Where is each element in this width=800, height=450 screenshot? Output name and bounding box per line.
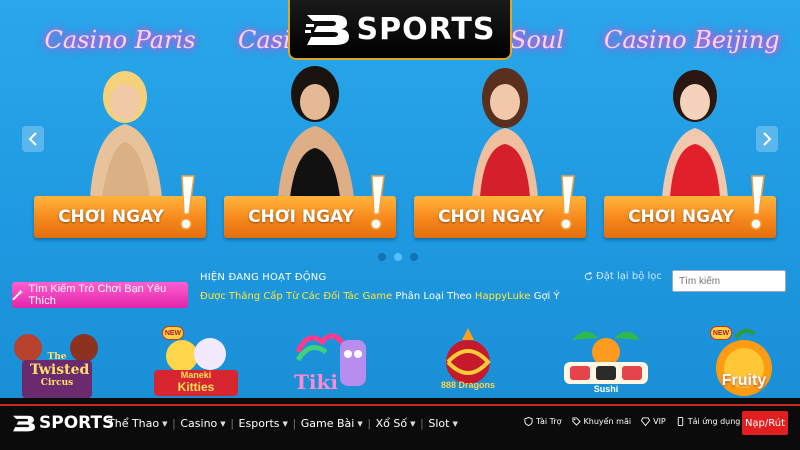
nav-item-card-games[interactable]: Game Bài ▼	[301, 417, 363, 430]
chevron-down-icon: ▼	[162, 419, 168, 428]
phone-icon	[677, 417, 683, 426]
exclamation-icon	[750, 175, 765, 230]
dealer-image	[662, 70, 728, 197]
exclamation-icon	[370, 175, 385, 230]
brand-name: SPORTS	[356, 11, 496, 47]
deposit-withdraw-button[interactable]: Nạp/Rút	[742, 411, 788, 435]
brand-logo[interactable]: SPORTS	[288, 0, 512, 60]
reset-filter-link[interactable]: Đặt lại bộ lọc	[584, 271, 662, 282]
casino-lobby: Casino Paris CHƠI NGAY Casino CHƠI NGAY …	[0, 0, 800, 398]
game-title: Fruity	[721, 372, 767, 389]
refresh-icon	[584, 272, 593, 281]
promotions-link[interactable]: Khuyến mãi	[571, 417, 631, 426]
casino-card-beijing: Casino Beijing CHƠI NGAY	[604, 0, 780, 250]
bottom-nav-bar: SPORTS Thể Thao ▼ | Casino ▼ | Esports ▼ | …	[0, 398, 800, 450]
dealer-image	[90, 71, 162, 197]
nav-item-slot[interactable]: Slot ▼	[428, 417, 457, 430]
game-title: The Twisted Circus	[30, 352, 90, 388]
game-tile-twisted-circus[interactable]: The Twisted Circus	[8, 322, 104, 398]
b-logo-icon	[13, 415, 35, 432]
exclamation-icon	[560, 175, 575, 230]
slide-indicator	[378, 253, 418, 261]
play-now-button[interactable]: CHƠI NGAY	[604, 175, 776, 238]
bar-logo[interactable]: SPORTS	[12, 413, 114, 433]
next-slide-button[interactable]	[756, 126, 778, 152]
slide-dot[interactable]	[378, 253, 386, 261]
magic-wand-icon	[12, 289, 24, 301]
b-logo-icon	[304, 15, 349, 45]
game-tile-sushi[interactable]: Sushi	[558, 322, 654, 398]
chevron-left-icon	[28, 132, 37, 146]
casino-card-paris: Casino Paris CHƠI NGAY	[34, 0, 206, 250]
game-title: 888 Dragons	[440, 380, 496, 390]
download-app-link[interactable]: Tải ứng dụng	[676, 417, 740, 426]
chevron-down-icon: ▼	[357, 419, 363, 428]
slide-dot[interactable]	[394, 253, 402, 261]
nav-item-sports[interactable]: Thể Thao ▼	[108, 417, 168, 430]
play-now-button[interactable]: CHƠI NGAY	[414, 175, 586, 238]
new-badge: NEW	[162, 326, 184, 340]
activity-description: Được Thăng Cấp Từ Các Đối Tác Game Phân …	[200, 291, 560, 302]
exclamation-icon	[180, 175, 195, 230]
game-tile-maneki-kitties[interactable]: NEW Maneki Kitties	[148, 322, 244, 398]
chevron-down-icon: ▼	[452, 419, 458, 428]
game-tile-fruity[interactable]: NEW Fruity	[696, 322, 792, 398]
nav-item-esports[interactable]: Esports ▼	[239, 417, 288, 430]
search-input[interactable]	[672, 270, 786, 292]
card-title: Casino Beijing	[604, 26, 780, 54]
new-badge: NEW	[710, 326, 732, 340]
nav-separator: |	[172, 417, 176, 430]
dealer-image	[278, 66, 354, 197]
find-favorite-games-button[interactable]: Tìm Kiếm Trò Chơi Bạn Yêu Thích	[12, 282, 188, 308]
card-title: Casino Paris	[44, 26, 196, 54]
shield-icon	[524, 417, 533, 426]
vip-link[interactable]: VIP	[641, 417, 666, 426]
play-now-button[interactable]: CHƠI NGAY	[34, 175, 206, 238]
nav-item-casino[interactable]: Casino ▼	[180, 417, 225, 430]
game-tile-888-dragons[interactable]: 888 Dragons	[420, 322, 516, 398]
nav-separator: |	[420, 417, 424, 430]
game-title: Tiki	[294, 370, 338, 394]
game-tile-tiki[interactable]: Tiki	[288, 322, 384, 398]
nav-separator: |	[367, 417, 371, 430]
chevron-down-icon: ▼	[410, 419, 416, 428]
utility-links: Tài Trợ Khuyến mãi VIP Tải ứng dụng	[524, 417, 740, 426]
nav-item-lottery[interactable]: Xổ Số ▼	[376, 417, 416, 430]
divider	[0, 404, 800, 406]
diamond-icon	[641, 417, 651, 426]
chevron-down-icon: ▼	[282, 419, 288, 428]
sponsor-link[interactable]: Tài Trợ	[524, 417, 562, 426]
nav-separator: |	[230, 417, 234, 430]
chevron-right-icon	[763, 132, 772, 146]
play-now-button[interactable]: CHƠI NGAY	[224, 175, 396, 238]
nav-separator: |	[292, 417, 296, 430]
chevron-down-icon: ▼	[220, 419, 226, 428]
prev-slide-button[interactable]	[22, 126, 44, 152]
game-title: Maneki Kitties	[177, 370, 215, 394]
active-heading: HIỆN ĐANG HOẠT ĐỘNG	[200, 272, 327, 283]
main-nav: Thể Thao ▼ | Casino ▼ | Esports ▼ | Game Bà…	[108, 417, 458, 430]
slide-dot[interactable]	[410, 253, 418, 261]
dealer-image	[472, 68, 538, 197]
game-title: Sushi	[593, 384, 619, 394]
tag-icon	[571, 417, 581, 426]
brand-name: SPORTS	[39, 413, 115, 433]
find-games-label: Tìm Kiếm Trò Chơi Bạn Yêu Thích	[28, 283, 167, 307]
